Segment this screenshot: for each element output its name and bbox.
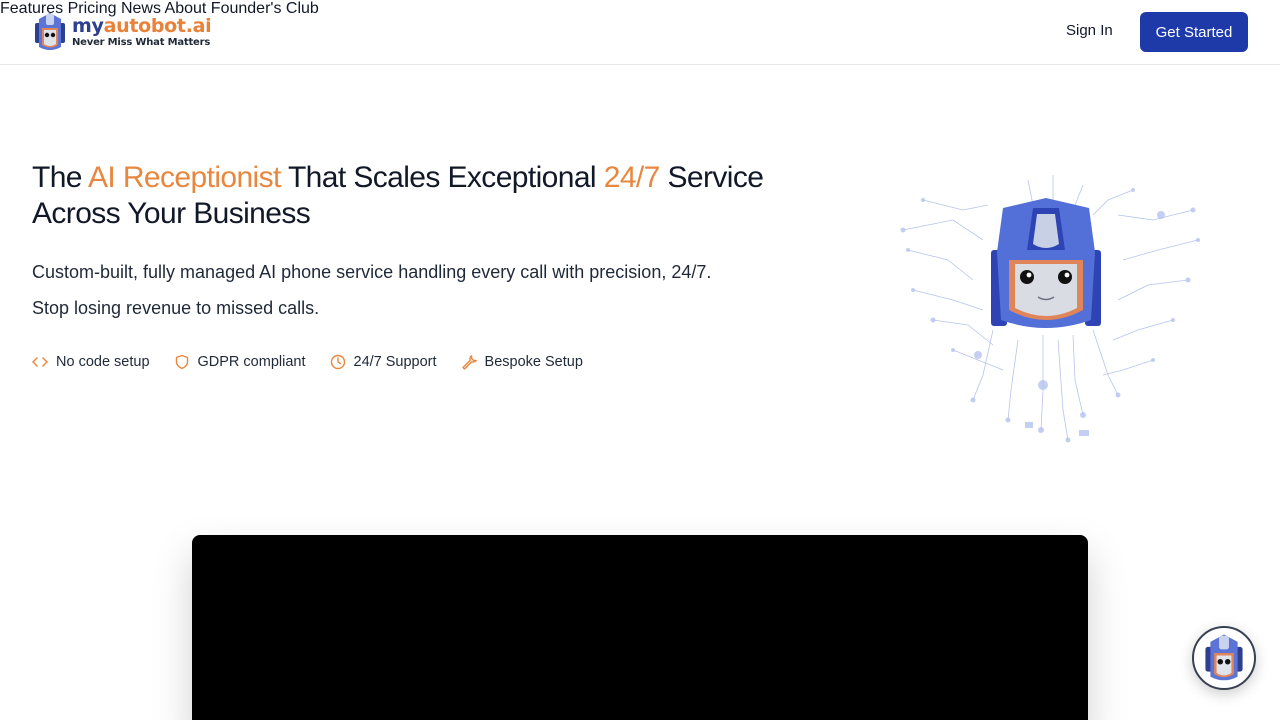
- feature-label: Bespoke Setup: [484, 354, 583, 370]
- hero-title-accent: 24/7: [603, 161, 661, 194]
- get-started-button[interactable]: Get Started: [1140, 12, 1248, 52]
- feature-item: GDPR compliant: [174, 354, 306, 370]
- hero-title-accent: AI Receptionist: [87, 161, 281, 194]
- brand-tagline: Never Miss What Matters: [72, 37, 211, 48]
- feature-item: 24/7 Support: [330, 354, 437, 370]
- brand-name-part1: my: [72, 15, 104, 37]
- sign-in-link[interactable]: Sign In: [1066, 22, 1113, 39]
- clock-icon: [330, 354, 345, 370]
- hero-subtitle-secondary: Stop losing revenue to missed calls.: [32, 298, 320, 318]
- shield-icon: [175, 354, 188, 370]
- robot-logo-icon: [35, 13, 65, 50]
- brand-logo[interactable]: myautobot.ai Never Miss What Matters: [32, 11, 212, 53]
- brand-name: myautobot.ai: [72, 15, 212, 37]
- feature-item: Bespoke Setup: [461, 354, 583, 370]
- code-icon: [32, 357, 48, 367]
- robot-illustration: [900, 175, 1200, 443]
- feature-label: GDPR compliant: [197, 354, 306, 370]
- hero-title-part: The: [32, 161, 88, 194]
- feature-item: No code setup: [32, 354, 150, 370]
- feature-label: No code setup: [56, 354, 150, 370]
- site-header: myautobot.ai Never Miss What Matters Fea…: [0, 0, 1280, 65]
- chat-widget-button[interactable]: [1192, 626, 1256, 690]
- hero-title-part: That Scales Exceptional: [280, 161, 604, 194]
- feature-label: 24/7 Support: [353, 354, 437, 370]
- hero-subtitle: Custom-built, fully managed AI phone ser…: [32, 262, 712, 282]
- chat-robot-icon: [1205, 634, 1243, 681]
- nav-item-founders-club[interactable]: Founder's Club: [211, 0, 319, 17]
- demo-video-player[interactable]: [192, 535, 1088, 720]
- robot-head-graphic: [991, 198, 1101, 328]
- wrench-icon: [461, 355, 477, 370]
- hero-title: The AI Receptionist That Scales Exceptio…: [32, 160, 792, 232]
- feature-list: No code setup GDPR compliant 24/7 Suppor…: [32, 354, 607, 370]
- brand-name-part2: autobot.ai: [103, 15, 212, 37]
